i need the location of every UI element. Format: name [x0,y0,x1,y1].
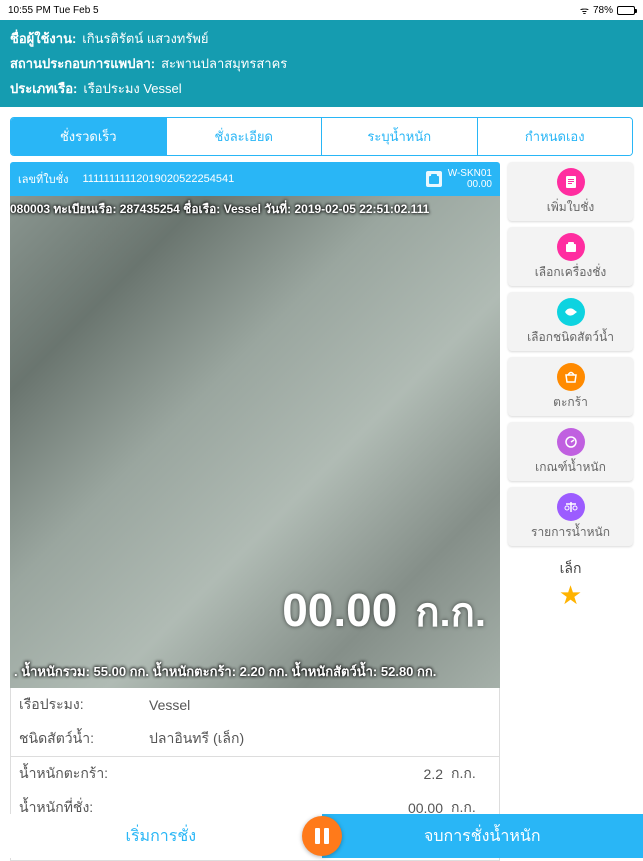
select-scale-label: เลือกเครื่องชั่ง [510,263,631,282]
boat-label: เรือประมง: [19,694,149,716]
status-bar: 10:55 PM Tue Feb 5 ᯤ 78% [0,0,643,20]
weight-list-label: รายการน้ำหนัก [510,523,631,542]
tab-bar: ชั่งรวดเร็ว ชั่งละเอียด ระบุน้ำหนัก กำหน… [10,117,633,156]
category-display: เล็ก ★ [508,552,633,617]
place-value: สะพานปลาสมุทรสาคร [161,53,287,74]
species-value: ปลาอินทรี (เล็ก) [149,728,491,750]
pause-icon [315,828,329,844]
end-weighing-button[interactable]: จบการชั่งน้ำหนัก [322,814,643,858]
boat-type-label: ประเภทเรือ: [10,78,77,99]
header: ชื่อผู้ใช้งาน: เกินรติรัตน์ แสวงทรัพย์ ส… [0,20,643,107]
basket-label: ตะกร้า [510,393,631,412]
slip-label: เลขที่ใบชั่ง [18,170,68,188]
battery-icon [617,6,635,15]
tab-specify[interactable]: ระบุน้ำหนัก [322,118,478,155]
select-species-button[interactable]: เลือกชนิดสัตว์น้ำ [508,292,633,351]
select-scale-button[interactable]: เลือกเครื่องชั่ง [508,227,633,286]
basket-value: 2.2 [149,766,451,782]
weight-criteria-label: เกณฑ์น้ำหนัก [510,458,631,477]
start-weighing-button[interactable]: เริ่มการชั่ง [0,814,322,858]
balance-icon [557,493,585,521]
scale-id: W-SKN01 [448,168,492,179]
weight-display: 00.00 [282,583,397,637]
weight-list-button[interactable]: รายการน้ำหนัก [508,487,633,546]
place-label: สถานประกอบการแพปลา: [10,53,155,74]
fish-icon [557,298,585,326]
document-icon [557,168,585,196]
basket-button[interactable]: ตะกร้า [508,357,633,416]
species-label: ชนิดสัตว์น้ำ: [19,728,149,750]
add-slip-label: เพิ่มใบชั่ง [510,198,631,217]
status-time: 10:55 PM Tue Feb 5 [8,5,99,16]
tab-detailed[interactable]: ชั่งละเอียด [167,118,323,155]
scale-value: 00.00 [448,179,492,190]
user-label: ชื่อผู้ใช้งาน: [10,28,76,49]
scale-device-icon [557,233,585,261]
camera-overlay-bottom: . น้ำหนักรวม: 55.00 กก. น้ำหนักตะกร้า: 2… [14,661,436,682]
add-slip-button[interactable]: เพิ่มใบชั่ง [508,162,633,221]
basket-icon [557,363,585,391]
battery-percent: 78% [593,5,613,16]
boat-value: Vessel [149,697,491,713]
weight-criteria-button[interactable]: เกณฑ์น้ำหนัก [508,422,633,481]
user-value: เกินรติรัตน์ แสวงทรัพย์ [82,28,208,49]
weight-unit: ก.ก. [415,580,486,644]
camera-view: 080003 ทะเบียนเรือ: 287435254 ชื่อเรือ: … [10,196,500,688]
star-icon: ★ [514,580,627,611]
boat-type-value: เรือประมง Vessel [83,78,181,99]
pause-button[interactable] [302,816,342,856]
basket-unit: ก.ก. [451,763,491,785]
category-label: เล็ก [514,558,627,580]
wifi-icon: ᯤ [580,3,589,17]
camera-overlay-top: 080003 ทะเบียนเรือ: 287435254 ชื่อเรือ: … [10,200,429,219]
bottom-bar: เริ่มการชั่ง จบการชั่งน้ำหนัก [0,814,643,858]
gauge-icon [557,428,585,456]
scale-icon [426,171,442,187]
slip-info-bar: เลขที่ใบชั่ง 11111111112019020522254541 … [10,162,500,196]
tab-custom[interactable]: กำหนดเอง [478,118,633,155]
tab-quick[interactable]: ชั่งรวดเร็ว [11,118,167,155]
slip-number: 11111111112019020522254541 [82,173,234,185]
basket-label: น้ำหนักตะกร้า: [19,763,149,785]
select-species-label: เลือกชนิดสัตว์น้ำ [510,328,631,347]
